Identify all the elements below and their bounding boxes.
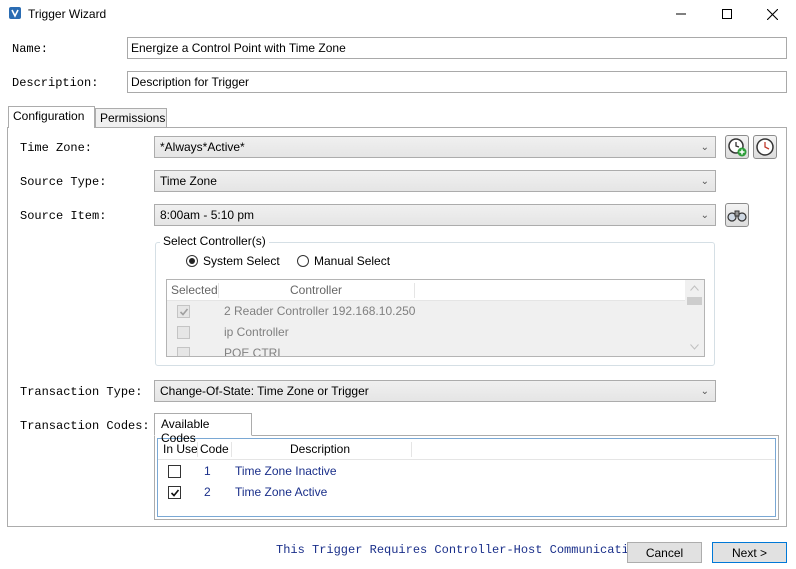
transaction-type-select[interactable]: Change-Of-State: Time Zone or Trigger ⌄ [154,380,716,402]
chevron-down-icon: ⌄ [700,176,709,187]
in-use-checkbox[interactable] [168,465,181,478]
column-divider [197,442,198,457]
time-zone-label: Time Zone: [20,141,93,155]
codes-grid-header: In Use Code Description [158,439,775,460]
column-divider [411,442,412,457]
vertical-scrollbar[interactable] [685,280,704,356]
description-label: Description: [12,76,99,90]
browse-source-item-button[interactable] [725,203,749,227]
title-bar: Trigger Wizard [0,0,796,28]
table-row[interactable]: POE CTRL [167,343,685,357]
chevron-down-icon: ⌄ [700,210,709,221]
system-select-radio[interactable]: System Select [186,254,280,268]
row-checkbox[interactable] [177,305,190,318]
controller-name: 2 Reader Controller 192.168.10.250 [224,304,416,318]
source-type-select[interactable]: Time Zone ⌄ [154,170,716,192]
close-icon [766,8,778,20]
source-item-label: Source Item: [20,209,107,223]
column-divider [414,283,415,298]
add-time-zone-button[interactable] [725,135,749,159]
column-header-selected: Selected [171,283,218,297]
column-header-code: Code [200,442,229,456]
cancel-button[interactable]: Cancel [627,542,702,563]
table-row[interactable]: ip Controller [167,322,685,343]
controllers-grid-header: Selected Controller [167,280,685,301]
chevron-down-icon: ⌄ [700,386,709,397]
transaction-type-label: Transaction Type: [20,385,143,399]
checkmark-icon [179,307,188,316]
window-title: Trigger Wizard [28,7,107,21]
maximize-icon [722,9,732,19]
source-item-value: 8:00am - 5:10 pm [160,208,255,222]
manual-select-radio[interactable]: Manual Select [297,254,390,268]
chevron-down-icon: ⌄ [700,142,709,153]
transaction-codes-label: Transaction Codes: [20,419,150,433]
name-label: Name: [12,42,49,56]
next-button[interactable]: Next > [712,542,787,563]
source-type-value: Time Zone [160,174,217,188]
transaction-type-value: Change-Of-State: Time Zone or Trigger [160,384,369,398]
footer-note: This Trigger Requires Controller-Host Co… [276,543,644,557]
controller-name: POE CTRL [224,346,285,357]
controller-name: ip Controller [224,325,289,339]
tab-available-codes[interactable]: Available Codes [154,413,252,445]
column-divider [218,283,219,298]
source-item-select[interactable]: 8:00am - 5:10 pm ⌄ [154,204,716,226]
row-checkbox[interactable] [177,347,190,356]
minimize-icon [676,13,686,15]
edit-time-zone-button[interactable] [753,135,777,159]
maximize-button[interactable] [704,0,750,28]
source-type-label: Source Type: [20,175,107,189]
table-row[interactable]: 1 Time Zone Inactive [158,461,775,482]
column-header-description: Description [290,442,351,456]
scroll-up-icon[interactable] [690,285,699,291]
scroll-down-icon[interactable] [690,344,699,350]
manual-select-label: Manual Select [314,254,391,268]
codes-grid: In Use Code Description 1 Time Zone Inac… [157,438,776,517]
table-row[interactable]: 2 Reader Controller 192.168.10.250 [167,301,685,322]
tab-join [9,126,94,128]
code-description: Time Zone Active [235,485,328,499]
time-zone-value: *Always*Active* [160,140,245,154]
scroll-thumb[interactable] [687,297,702,305]
column-divider [231,442,232,457]
in-use-checkbox[interactable] [168,486,181,499]
close-button[interactable] [749,0,795,28]
radio-indicator [297,255,309,267]
controllers-grid: Selected Controller 2 Reader Controller … [166,279,705,357]
tab-permissions[interactable]: Permissions [95,108,167,128]
table-row[interactable]: 2 Time Zone Active [158,482,775,503]
tab-configuration[interactable]: Configuration [8,106,95,128]
description-input[interactable]: Description for Trigger [127,71,787,93]
name-input[interactable]: Energize a Control Point with Time Zone [127,37,787,59]
radio-indicator [186,255,198,267]
select-controllers-legend: Select Controller(s) [160,234,269,248]
checkmark-icon [170,488,179,497]
column-header-controller: Controller [290,283,343,297]
row-checkbox[interactable] [177,326,190,339]
time-zone-select[interactable]: *Always*Active* ⌄ [154,136,716,158]
app-icon [9,7,21,19]
minimize-button[interactable] [658,0,704,28]
system-select-label: System Select [203,254,280,268]
code-value: 1 [204,464,211,478]
clock-add-icon [728,138,747,157]
binoculars-icon [727,210,747,222]
code-description: Time Zone Inactive [235,464,337,478]
code-value: 2 [204,485,211,499]
clock-icon [756,138,774,156]
